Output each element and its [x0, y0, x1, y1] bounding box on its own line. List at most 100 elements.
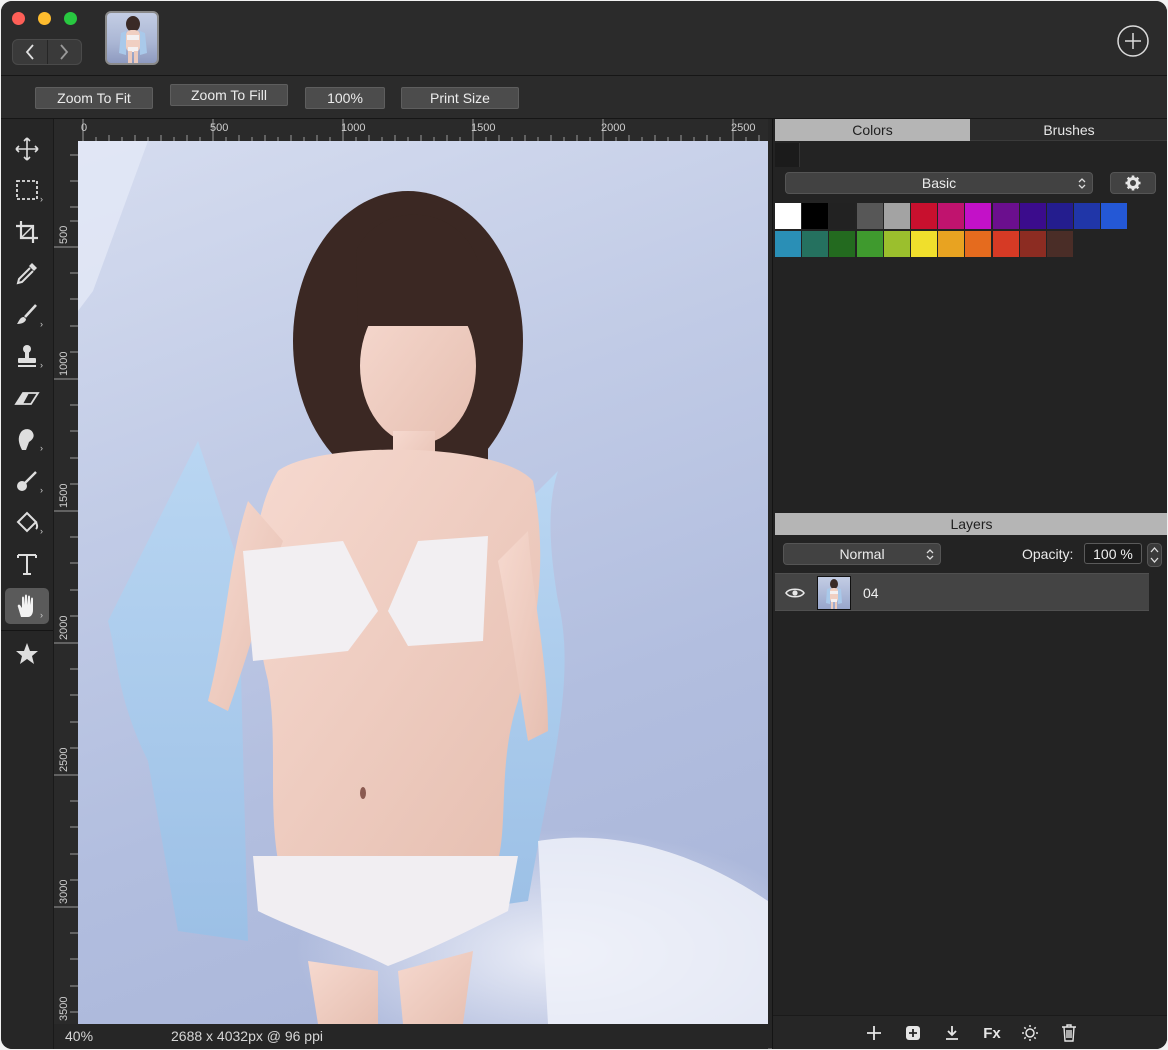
- color-swatch[interactable]: [1074, 203, 1101, 229]
- ruler-label: 2500: [731, 122, 755, 134]
- color-swatch[interactable]: [911, 203, 937, 229]
- color-swatch[interactable]: [775, 231, 801, 257]
- marquee-select-icon: [16, 180, 38, 200]
- color-swatch[interactable]: [1047, 231, 1073, 257]
- tab-brushes[interactable]: Brushes: [970, 119, 1167, 141]
- color-swatches: [775, 203, 1135, 259]
- back-button[interactable]: [13, 40, 47, 64]
- document-thumbnail[interactable]: [105, 11, 159, 65]
- zoom-to-fill-button[interactable]: Zoom To Fill: [170, 84, 288, 106]
- color-swatch[interactable]: [911, 231, 937, 257]
- print-size-button[interactable]: Print Size: [401, 87, 519, 109]
- color-swatch[interactable]: [856, 231, 883, 257]
- ruler-label: 500: [210, 122, 228, 134]
- delete-layer-button[interactable]: [1060, 1024, 1078, 1042]
- color-swatch[interactable]: [965, 231, 992, 257]
- vertical-ruler[interactable]: 500 1000 1500 2000 2500 3000 3500: [54, 141, 78, 1024]
- submenu-indicator: ›: [40, 485, 43, 495]
- close-window-button[interactable]: [12, 12, 25, 25]
- color-swatch[interactable]: [883, 231, 910, 257]
- fx-button[interactable]: Fx: [981, 1024, 1003, 1042]
- color-swatch[interactable]: [1101, 203, 1128, 229]
- paint-bucket-tool[interactable]: ›: [5, 504, 49, 540]
- color-swatch[interactable]: [802, 203, 829, 229]
- palette-settings-button[interactable]: [1110, 172, 1156, 194]
- color-swatch[interactable]: [1019, 203, 1046, 229]
- color-swatch[interactable]: [829, 203, 856, 229]
- color-swatch[interactable]: [775, 203, 801, 229]
- color-swatch[interactable]: [1019, 231, 1046, 257]
- add-layer-button[interactable]: [865, 1024, 883, 1042]
- dodge-tool[interactable]: ›: [5, 463, 49, 499]
- hand-tool[interactable]: ›: [5, 588, 49, 624]
- color-swatch[interactable]: [883, 203, 910, 229]
- layer-row[interactable]: 04: [775, 573, 1149, 611]
- color-swatch[interactable]: [992, 231, 1019, 257]
- color-swatch[interactable]: [802, 231, 829, 257]
- crop-tool[interactable]: [5, 214, 49, 250]
- color-swatch[interactable]: [992, 203, 1019, 229]
- ruler-label: 500: [58, 226, 70, 244]
- current-color-well[interactable]: [775, 143, 800, 167]
- vertical-ruler-ticks: 500 1000 1500 2000 2500 3000 3500: [54, 154, 78, 1021]
- title-bar: [1, 1, 1167, 76]
- color-swatch[interactable]: [938, 231, 965, 257]
- crop-icon: [16, 221, 38, 243]
- image-dimensions: 2688 x 4032px @ 96 ppi: [171, 1028, 323, 1044]
- forward-button[interactable]: [46, 40, 82, 64]
- photo-thumbnail-image: [119, 16, 147, 63]
- color-swatch[interactable]: [1047, 203, 1073, 229]
- adjustments-button[interactable]: [1021, 1024, 1039, 1042]
- eyedropper-icon: [16, 263, 37, 285]
- app-window: Zoom To Fit Zoom To Fill 100% Print Size…: [1, 1, 1167, 1049]
- zoom-toolbar: Zoom To Fit Zoom To Fill 100% Print Size: [1, 76, 1167, 119]
- blend-mode-select[interactable]: Normal: [783, 543, 941, 565]
- submenu-indicator: ›: [40, 319, 43, 329]
- submenu-indicator: ›: [40, 360, 43, 370]
- star-icon: [16, 643, 38, 664]
- navigation-buttons: [12, 39, 82, 65]
- color-swatch[interactable]: [938, 203, 965, 229]
- status-bar: 40% 2688 x 4032px @ 96 ppi: [54, 1024, 768, 1049]
- hand-icon: [17, 594, 33, 617]
- submenu-indicator: ›: [40, 610, 43, 620]
- submenu-indicator: ›: [40, 443, 43, 453]
- ruler-corner: [54, 119, 78, 141]
- favorites-tool[interactable]: [5, 636, 49, 672]
- text-tool[interactable]: [5, 546, 49, 582]
- brush-icon: [17, 304, 37, 324]
- add-group-button[interactable]: [904, 1024, 922, 1042]
- ruler-label: 1000: [58, 352, 70, 376]
- smudge-tool[interactable]: ›: [5, 421, 49, 457]
- opacity-stepper[interactable]: [1147, 543, 1162, 567]
- marquee-tool[interactable]: ›: [5, 172, 49, 208]
- ruler-label: 2500: [58, 748, 70, 772]
- color-swatch[interactable]: [829, 231, 856, 257]
- eye-icon[interactable]: [785, 586, 805, 600]
- gear-icon: [1125, 175, 1141, 191]
- image-canvas[interactable]: [78, 141, 768, 1024]
- horizontal-ruler[interactable]: 0 500 1000 1500 2000 2500: [78, 119, 768, 141]
- layer-name[interactable]: 04: [863, 585, 879, 601]
- updown-chevron-icon: [1078, 178, 1086, 189]
- actual-size-button[interactable]: 100%: [305, 87, 385, 109]
- brush-tool[interactable]: ›: [5, 297, 49, 333]
- merge-down-button[interactable]: [943, 1024, 961, 1042]
- eyedropper-tool[interactable]: [5, 255, 49, 291]
- color-swatch[interactable]: [965, 203, 992, 229]
- plus-circle-icon[interactable]: [1117, 25, 1149, 57]
- opacity-field[interactable]: 100 %: [1084, 543, 1142, 564]
- add-layer-icon: [867, 1026, 881, 1040]
- zoom-to-fit-button[interactable]: Zoom To Fit: [35, 87, 153, 109]
- clone-stamp-tool[interactable]: ›: [5, 338, 49, 374]
- eraser-tool[interactable]: [5, 380, 49, 416]
- tab-colors[interactable]: Colors: [775, 119, 970, 141]
- move-tool[interactable]: [5, 131, 49, 167]
- photo-image: [78, 141, 768, 1024]
- dodge-icon: [17, 471, 37, 491]
- zoom-window-button[interactable]: [64, 12, 77, 25]
- layer-thumbnail: [817, 576, 851, 610]
- color-swatch[interactable]: [856, 203, 883, 229]
- minimize-window-button[interactable]: [38, 12, 51, 25]
- palette-selector[interactable]: Basic: [785, 172, 1093, 194]
